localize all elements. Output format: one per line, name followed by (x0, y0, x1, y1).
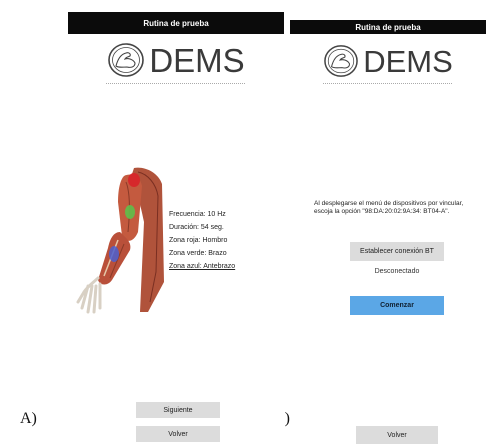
flexed-arm-circle-icon (324, 45, 359, 77)
frequency-text: Frecuencia: 10 Hz (169, 211, 226, 218)
zone-red-marker (128, 173, 140, 187)
dems-logo: DEMS (290, 44, 486, 78)
logo-tagline (68, 82, 284, 86)
duration-text: Duración: 54 seg. (169, 224, 224, 231)
screen-b: Rutina de prueba DEMS Al desplegarse el … (290, 20, 486, 446)
zone-red-text: Zona roja: Hombro (169, 237, 228, 244)
title-bar: Rutina de prueba (290, 20, 486, 34)
connect-bt-button[interactable]: Establecer conexión BT (350, 242, 444, 261)
start-button[interactable]: Comenzar (350, 296, 444, 315)
back-button[interactable]: Volver (136, 426, 220, 442)
dems-logo: DEMS (68, 42, 284, 78)
flexed-arm-circle-icon (108, 43, 145, 77)
logo-tagline (290, 82, 486, 86)
zone-blue-text: Zona azul: Antebrazo (169, 263, 236, 270)
pairing-instructions: Al desplegarse el menú de dispositivos p… (314, 200, 464, 215)
screen-a: Rutina de prueba DEMS Frecuencia: 10 Hz … (68, 12, 284, 446)
logo-text: DEMS (363, 43, 453, 79)
panel-label-a: A) (20, 410, 37, 427)
zone-blue-marker (109, 246, 119, 262)
routine-info: Frecuencia: 10 Hz Duración: 54 seg. Zona… (169, 210, 281, 275)
arm-muscle-illustration (76, 167, 164, 314)
zone-green-marker (125, 205, 135, 219)
screen-title: Rutina de prueba (355, 22, 421, 32)
back-button[interactable]: Volver (356, 426, 438, 444)
next-button[interactable]: Siguiente (136, 402, 220, 418)
screen-title: Rutina de prueba (143, 18, 209, 28)
logo-text: DEMS (149, 41, 245, 79)
title-bar: Rutina de prueba (68, 12, 284, 34)
zone-green-text: Zona verde: Brazo (169, 250, 227, 257)
connection-status: Desconectado (374, 268, 420, 275)
